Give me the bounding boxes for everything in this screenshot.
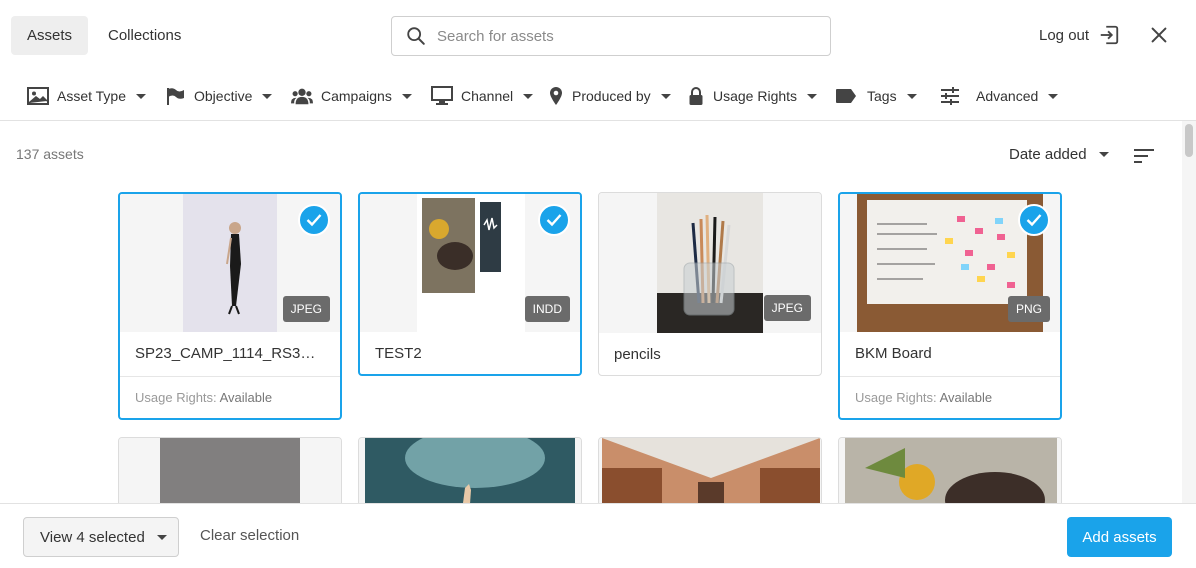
chevron-down-icon <box>401 93 412 99</box>
asset-thumbnail: JPEG <box>120 194 340 332</box>
asset-card[interactable] <box>838 437 1062 503</box>
filter-label: Objective <box>194 88 253 104</box>
filter-produced-by[interactable]: Produced by <box>548 78 671 114</box>
file-type-badge: INDD <box>524 296 570 322</box>
file-type-badge: PNG <box>1007 296 1050 322</box>
filter-usage-rights[interactable]: Usage Rights <box>687 78 818 114</box>
monitor-icon <box>431 85 453 107</box>
close-icon[interactable] <box>1148 24 1170 46</box>
chevron-down-icon <box>523 93 534 99</box>
asset-card[interactable]: JPEG pencils <box>598 192 822 376</box>
filter-label: Advanced <box>976 88 1039 104</box>
chevron-down-icon <box>660 93 671 99</box>
asset-image <box>160 438 300 503</box>
asset-image <box>365 438 575 503</box>
chevron-down-icon <box>156 534 167 540</box>
chevron-down-icon <box>807 93 818 99</box>
asset-image <box>602 438 820 503</box>
filter-asset-type[interactable]: Asset Type <box>27 78 147 114</box>
filter-advanced[interactable]: Advanced <box>939 78 1059 114</box>
filter-label: Usage Rights <box>713 88 798 104</box>
chevron-down-icon <box>1048 93 1059 99</box>
filter-objective[interactable]: Objective <box>164 78 273 114</box>
file-type-badge: JPEG <box>763 295 811 321</box>
sliders-icon <box>939 85 961 107</box>
filter-label: Channel <box>461 88 514 104</box>
filter-campaigns[interactable]: Campaigns <box>291 78 412 114</box>
scrollbar-thumb[interactable] <box>1185 124 1193 157</box>
filter-label: Tags <box>867 88 897 104</box>
asset-image <box>657 193 763 333</box>
tab-collections[interactable]: Collections <box>92 16 197 55</box>
file-type-badge: JPEG <box>282 296 330 322</box>
image-icon <box>27 85 49 107</box>
logout-label: Log out <box>1039 26 1090 44</box>
footer-bar: View 4 selected Clear selection Add asse… <box>0 503 1196 568</box>
chevron-down-icon <box>136 93 147 99</box>
asset-name: BKM Board <box>855 345 932 362</box>
asset-browser: 137 assets Date added JPEG SP23_CAMP_111… <box>0 121 1196 503</box>
search-icon <box>407 27 425 45</box>
asset-image <box>417 194 525 332</box>
sort-dropdown[interactable]: Date added <box>1009 146 1109 163</box>
location-pin-icon <box>548 85 564 107</box>
asset-card[interactable]: PNG BKM Board Usage Rights: Available <box>838 192 1062 420</box>
asset-thumbnail <box>119 438 341 503</box>
usage-rights-value: Available <box>939 390 993 405</box>
clear-selection-link[interactable]: Clear selection <box>200 527 299 544</box>
chevron-down-icon <box>906 93 917 99</box>
scrollbar-track[interactable] <box>1182 121 1196 503</box>
logout-icon <box>1100 25 1119 45</box>
tab-assets[interactable]: Assets <box>11 16 89 55</box>
asset-thumbnail <box>599 438 821 503</box>
filter-label: Produced by <box>572 88 651 104</box>
selected-check-icon[interactable] <box>298 204 330 236</box>
view-selected-label: View 4 selected <box>40 528 145 546</box>
logout-button[interactable]: Log out <box>1039 22 1120 48</box>
usage-rights-value: Available <box>219 390 273 405</box>
filter-bar: Asset Type Objective Campaigns Channel P… <box>0 78 1196 114</box>
asset-thumbnail: JPEG <box>599 193 821 333</box>
filter-channel[interactable]: Channel <box>431 78 534 114</box>
asset-name: SP23_CAMP_1114_RS3D0... <box>135 345 333 362</box>
asset-card[interactable]: JPEG SP23_CAMP_1114_RS3D0... Usage Right… <box>118 192 342 420</box>
sort-label: Date added <box>1009 146 1087 163</box>
usage-rights-label: Usage Rights: <box>135 390 217 405</box>
usage-rights: Usage Rights: Available <box>120 376 340 418</box>
lock-icon <box>687 85 705 107</box>
asset-thumbnail: PNG <box>840 194 1060 332</box>
sort-order-icon[interactable] <box>1133 148 1155 164</box>
users-icon <box>291 85 313 107</box>
asset-image <box>183 194 277 332</box>
selected-check-icon[interactable] <box>538 204 570 236</box>
asset-count: 137 assets <box>16 146 84 162</box>
asset-card[interactable] <box>358 437 582 503</box>
search-input[interactable] <box>437 27 817 45</box>
usage-rights: Usage Rights: Available <box>840 376 1060 418</box>
asset-card[interactable] <box>598 437 822 503</box>
usage-rights-label: Usage Rights: <box>855 390 937 405</box>
selected-check-icon[interactable] <box>1018 204 1050 236</box>
asset-card[interactable] <box>118 437 342 503</box>
asset-thumbnail: INDD <box>360 194 580 332</box>
filter-label: Campaigns <box>321 88 392 104</box>
asset-name: pencils <box>614 346 661 363</box>
top-bar: Assets Collections Log out <box>0 0 1196 70</box>
asset-name: TEST2 <box>375 345 422 362</box>
chevron-down-icon <box>262 93 273 99</box>
filter-tags[interactable]: Tags <box>834 78 917 114</box>
tag-icon <box>834 85 858 107</box>
flag-icon <box>164 85 186 107</box>
asset-image <box>845 438 1057 503</box>
filter-label: Asset Type <box>57 88 127 104</box>
asset-thumbnail <box>359 438 581 503</box>
asset-card[interactable]: INDD TEST2 <box>358 192 582 376</box>
search-box[interactable] <box>391 16 831 56</box>
add-assets-button[interactable]: Add assets <box>1067 517 1172 557</box>
view-selected-button[interactable]: View 4 selected <box>23 517 179 557</box>
chevron-down-icon <box>1098 152 1109 157</box>
asset-thumbnail <box>839 438 1061 503</box>
